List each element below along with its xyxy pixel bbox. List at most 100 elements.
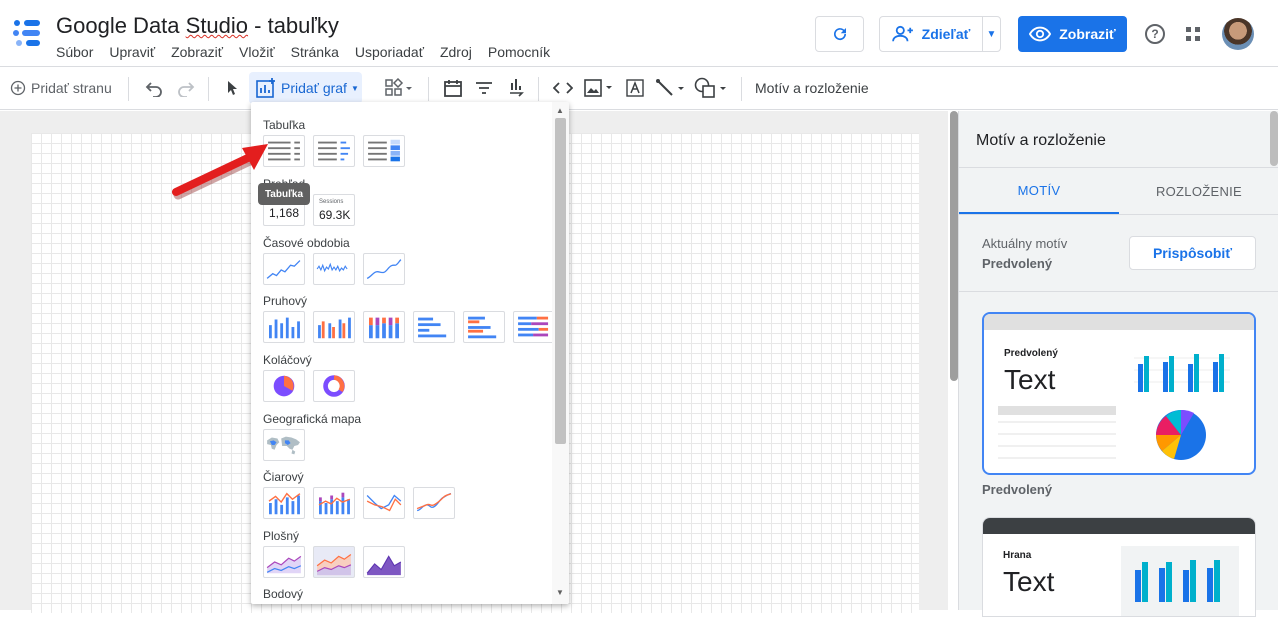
section-bar: Pruhový [263,294,308,308]
menu-file[interactable]: Súbor [56,44,93,60]
data-studio-logo-icon[interactable] [12,18,42,48]
share-button[interactable]: Zdieľať [879,16,983,52]
section-timeseries: Časové obdobia [263,236,350,250]
view-label: Zobraziť [1059,26,1116,42]
menu-scrollbar[interactable]: ▲ ▼ [552,102,569,604]
eye-icon [1029,26,1052,42]
menu-arrange[interactable]: Usporiadať [355,44,424,60]
caret-down-icon: ▼ [986,28,997,40]
chart-donut-option[interactable] [313,370,355,402]
data-control-icon[interactable] [508,78,524,98]
report-title[interactable]: Google Data Studio - tabuľky [56,13,339,39]
menu-edit[interactable]: Upraviť [109,44,155,60]
scorecard-preview-label: Sessions [319,199,344,205]
chart-line-stacked-combo-option[interactable] [313,487,355,519]
chart-smoothed-timeseries-option[interactable] [363,253,405,285]
add-chart-menu: Tabuľka Prehľad 1,168 Sessions 69.3K Čas… [251,102,569,604]
current-theme-label: Aktuálny motív [982,236,1068,251]
add-circle-icon [10,80,26,96]
chart-bar-option[interactable] [413,311,455,343]
chart-column-option[interactable] [263,311,305,343]
chart-stacked-area-option[interactable] [313,546,355,578]
help-icon[interactable]: ? [1145,24,1165,44]
theme-layout-button[interactable]: Motív a rozloženie [755,67,869,109]
theme-card-text: Text [1003,566,1055,597]
filter-icon[interactable] [475,81,493,95]
shape-tool-icon[interactable] [694,77,730,99]
chart-sparkline-option[interactable] [313,253,355,285]
chart-table-heatmap-option[interactable] [363,135,405,167]
chart-100-stacked-area-option[interactable] [363,546,405,578]
add-chart-icon [256,78,275,98]
theme-card-text: Text [1004,364,1056,395]
community-viz-icon[interactable] [385,78,413,98]
theme-card-edge[interactable]: Hrana Text [982,517,1256,617]
menu-insert[interactable]: Vložiť [239,44,275,60]
section-area: Plošný [263,529,300,543]
tab-layout[interactable]: ROZLOŽENIE [1119,168,1278,214]
scroll-up-icon[interactable]: ▲ [556,106,564,115]
chart-line-combo-option[interactable] [263,487,305,519]
theme-card-name: Hrana [1003,550,1032,561]
panel-scrollbar[interactable] [1270,111,1278,166]
add-chart-button[interactable]: Pridať graf ▼ [249,72,362,104]
customize-button[interactable]: Prispôsobiť [1129,236,1256,270]
menu-scrollbar-thumb[interactable] [555,118,566,444]
refresh-icon [833,28,846,41]
text-box-icon[interactable] [626,78,644,98]
menu-bar: Súbor Upraviť Zobraziť Vložiť Stránka Us… [56,44,566,60]
menu-resource[interactable]: Zdroj [440,44,472,60]
chart-stacked-column-option[interactable] [363,311,405,343]
date-range-icon[interactable] [444,79,462,97]
line-tool-icon[interactable] [656,78,688,98]
red-arrow-annotation [172,144,268,200]
chart-pie-option[interactable] [263,370,305,402]
theme-preview-bar-chart [1121,546,1239,616]
menu-help[interactable]: Pomocník [488,44,550,60]
chart-geo-map-option[interactable] [263,429,305,461]
theme-preview-bar-chart [1134,354,1230,392]
tab-theme[interactable]: MOTÍV [959,168,1119,214]
add-chart-label: Pridať graf [281,80,347,96]
add-person-icon [891,25,913,42]
chart-area-option[interactable] [263,546,305,578]
panel-tabs: MOTÍV ROZLOŽENIE [959,167,1278,215]
refresh-button[interactable] [815,16,864,52]
menu-view[interactable]: Zobraziť [171,44,223,60]
chart-line-option[interactable] [363,487,405,519]
section-line: Čiarový [263,470,304,484]
toolbar: Pridať stranu Pridať graf ▼ Motív a rozl… [0,66,1278,110]
scroll-down-icon[interactable]: ▼ [556,588,564,597]
undo-icon[interactable] [144,79,164,97]
apps-grid-icon[interactable] [1186,27,1200,41]
chart-table-bars-option[interactable] [313,135,355,167]
chart-grouped-column-option[interactable] [313,311,355,343]
chart-timeseries-option[interactable] [263,253,305,285]
canvas-scrollbar[interactable] [950,111,958,381]
caret-down-icon: ▼ [350,83,359,93]
scorecard-preview-value: 69.3K [319,208,351,222]
theme-card-default[interactable]: Predvolený Text [982,312,1256,475]
chart-grouped-bar-option[interactable] [463,311,505,343]
theme-preview-table [998,406,1116,459]
theme-card-name: Predvolený [1004,348,1058,359]
panel-title: Motív a rozloženie [976,132,1106,149]
section-scatter: Bodový [263,587,304,601]
url-embed-icon[interactable] [553,81,573,95]
menu-page[interactable]: Stránka [291,44,339,60]
add-page-button[interactable]: Pridať stranu [10,67,112,109]
theme-card-label: Predvolený [982,482,1053,497]
section-geo: Geografická mapa [263,412,362,426]
avatar[interactable] [1222,18,1254,50]
current-theme-value: Predvolený [982,256,1053,271]
chart-stacked-bar-option[interactable] [513,311,555,343]
chart-smoothed-line-option[interactable] [413,487,455,519]
add-page-label: Pridať stranu [31,80,112,96]
chart-scorecard-compact-option[interactable]: Sessions 69.3K [313,194,355,226]
share-dropdown-button[interactable]: ▼ [982,16,1001,52]
view-button[interactable]: Zobraziť [1018,16,1127,52]
theme-layout-panel: Motív a rozloženie MOTÍV ROZLOŽENIE Aktu… [958,111,1278,617]
select-cursor-icon[interactable] [227,80,239,96]
image-icon[interactable] [584,79,616,97]
redo-icon[interactable] [176,79,196,97]
